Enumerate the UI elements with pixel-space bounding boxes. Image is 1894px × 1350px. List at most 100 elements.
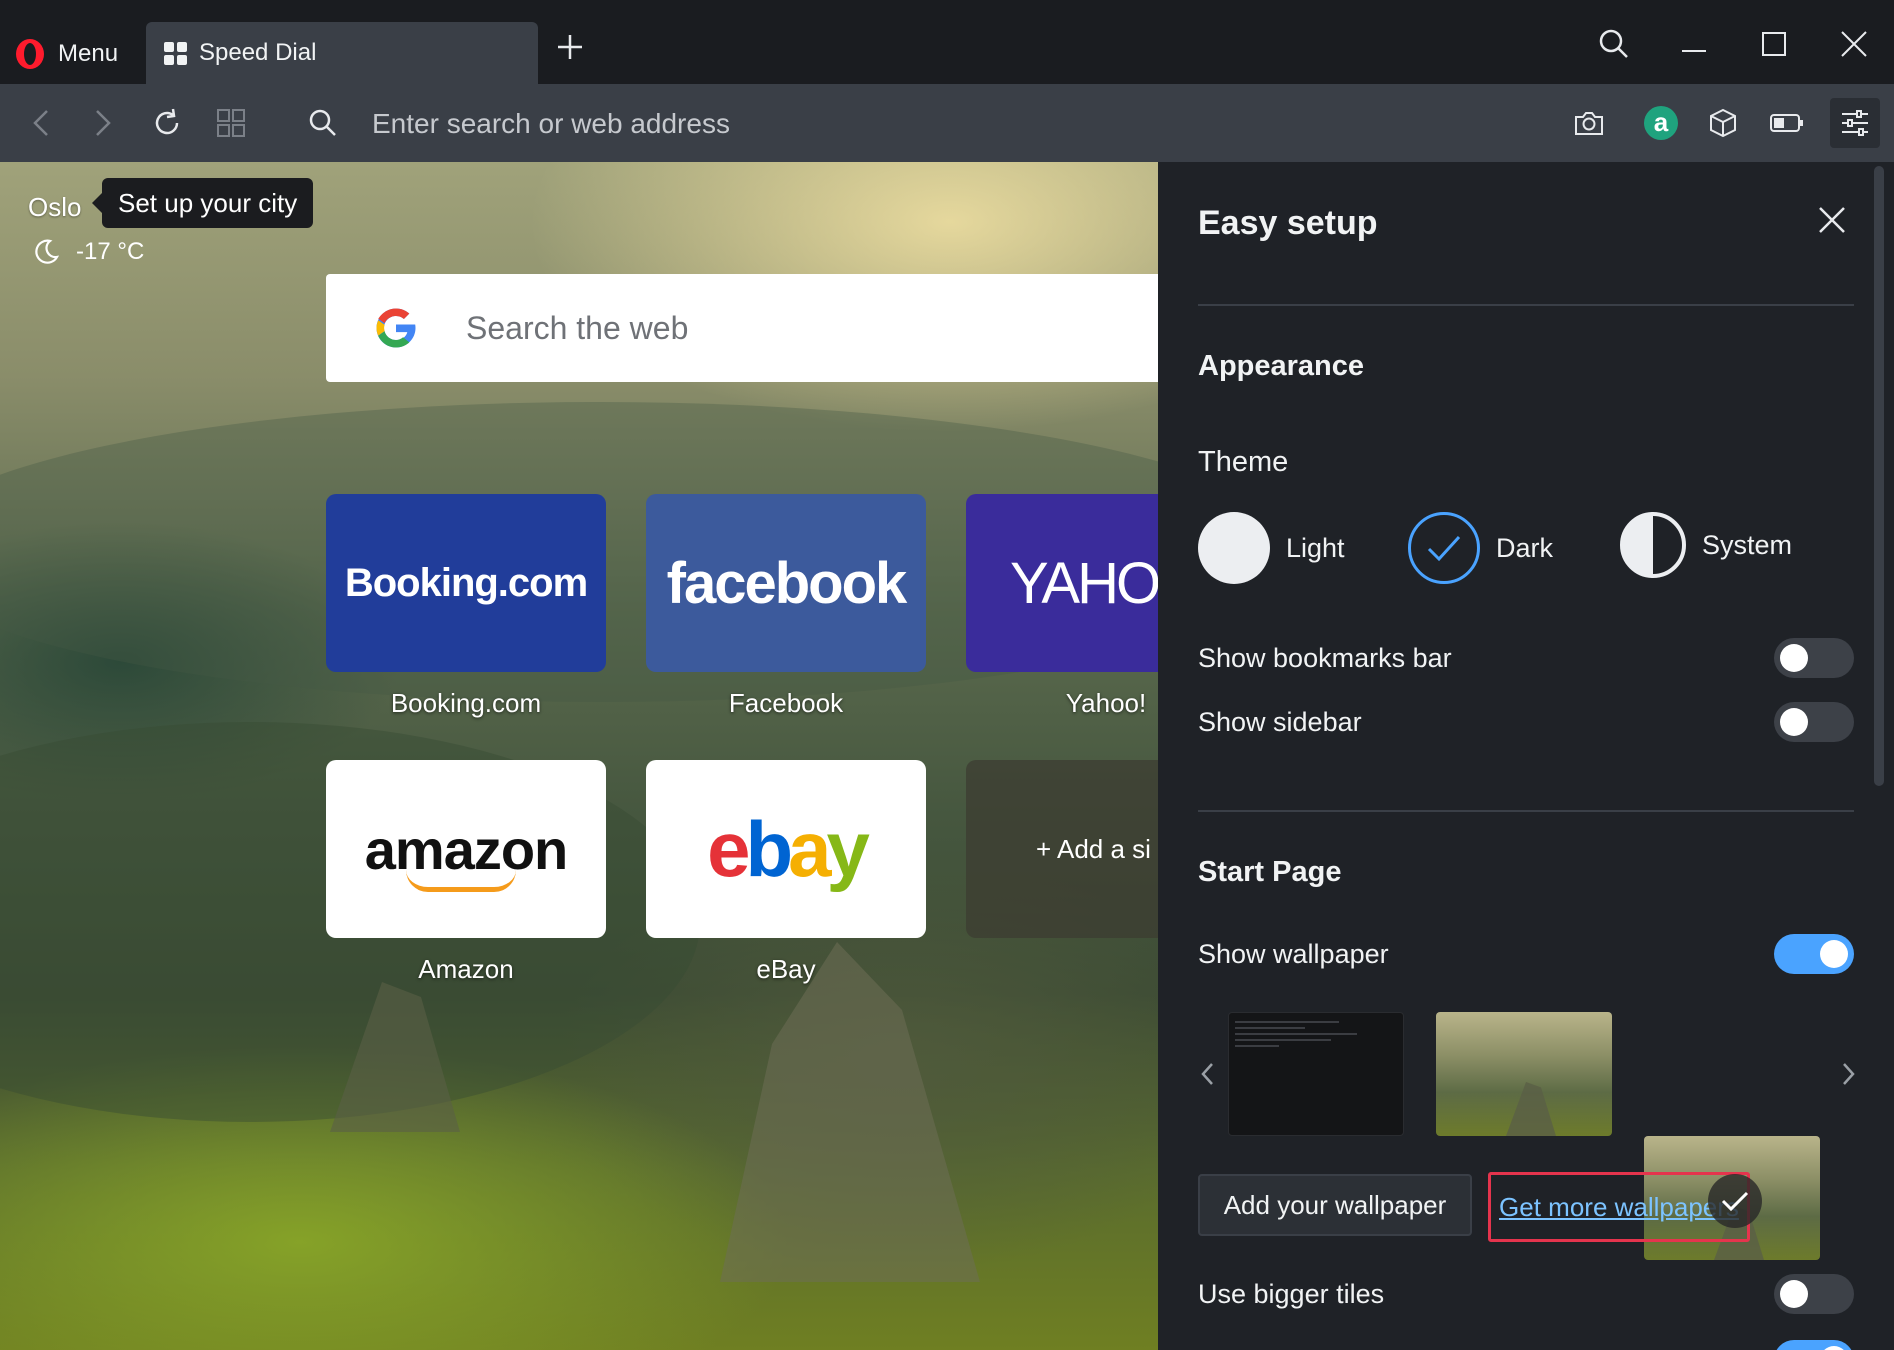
minimize-icon — [1682, 50, 1706, 52]
theme-label: Theme — [1198, 446, 1289, 478]
start-page-heading: Start Page — [1198, 856, 1342, 888]
dark-theme-swatch — [1408, 512, 1480, 584]
weather-temperature: -17 °C — [76, 238, 145, 265]
add-a-site-label: + Add a si — [1036, 833, 1151, 864]
setting-label: Use bigger tiles — [1198, 1278, 1385, 1309]
setting-label: Show bookmarks bar — [1198, 642, 1452, 673]
theme-option-system[interactable]: System — [1620, 512, 1792, 578]
forward-button[interactable] — [82, 102, 124, 144]
maximize-icon — [1762, 32, 1786, 56]
sliders-icon — [1842, 110, 1868, 136]
speed-dial-tile-ebay[interactable]: ebay — [646, 760, 926, 938]
camera-icon — [1575, 112, 1603, 135]
setup-city-tooltip[interactable]: Set up your city — [91, 178, 314, 228]
close-icon — [1819, 207, 1845, 233]
search-icon — [1599, 29, 1628, 58]
speed-dial-tile-yahoo[interactable]: YAHOO — [966, 494, 1158, 672]
weather-widget[interactable]: -17 °C — [32, 238, 144, 266]
weather-city[interactable]: Oslo — [28, 192, 81, 223]
show-bookmarks-bar-toggle[interactable] — [1774, 638, 1854, 678]
opera-menu-button[interactable]: Menu — [14, 34, 118, 74]
speed-dial-tile-booking[interactable]: Booking.com — [326, 494, 606, 672]
yahoo-logo: YAHOO — [1010, 550, 1158, 616]
minimize-button[interactable] — [1672, 22, 1716, 66]
amazon-smile-icon — [406, 870, 516, 892]
chevron-left-icon — [1201, 1063, 1213, 1085]
show-wallpaper-toggle[interactable] — [1774, 934, 1854, 974]
theme-option-label: Light — [1286, 532, 1345, 563]
easy-setup-panel: Easy setup Appearance Theme Light Dark S… — [1158, 162, 1894, 1350]
extensions-button[interactable] — [1702, 102, 1744, 144]
extension-a-button[interactable]: a — [1640, 102, 1682, 144]
search-icon — [309, 109, 336, 136]
address-search-icon-wrap — [302, 102, 344, 144]
address-bar-input[interactable] — [372, 104, 1472, 144]
tile-label-facebook: Facebook — [728, 688, 844, 718]
add-your-wallpaper-button[interactable]: Add your wallpaper — [1198, 1174, 1472, 1236]
theme-option-label: Dark — [1496, 532, 1554, 563]
setting-show-wallpaper: Show wallpaper — [1198, 932, 1854, 976]
speed-dial-button[interactable] — [210, 102, 252, 144]
opera-logo-icon — [14, 38, 46, 70]
tile-label-yahoo: Yahoo! — [1065, 688, 1147, 718]
back-button[interactable] — [20, 102, 62, 144]
speed-dial-icon — [164, 41, 187, 65]
tile-label-ebay: eBay — [756, 954, 816, 984]
speed-dial-tile-facebook[interactable]: facebook — [646, 494, 926, 672]
easy-setup-title: Easy setup — [1198, 204, 1378, 242]
tab-search-button[interactable] — [1592, 22, 1636, 66]
setting-label: Show sidebar — [1198, 706, 1362, 737]
tab-title: Speed Dial — [199, 39, 317, 66]
browser-window: Menu Speed Dial Enter search or web addr… — [0, 0, 1894, 1350]
show-sidebar-toggle[interactable] — [1774, 702, 1854, 742]
theme-option-dark[interactable]: Dark — [1408, 512, 1553, 584]
new-tab-button[interactable] — [554, 30, 586, 74]
theme-option-light[interactable]: Light — [1198, 512, 1345, 584]
reload-button[interactable] — [146, 102, 188, 144]
address-toolbar: a — [0, 84, 1894, 162]
easy-setup-button[interactable] — [1830, 98, 1880, 148]
selected-check-icon — [1708, 1174, 1762, 1228]
checkmark-icon — [1427, 535, 1461, 562]
theme-option-label: System — [1702, 529, 1793, 560]
get-more-wallpapers-label: Get more wallpapers — [1499, 1191, 1739, 1222]
speed-dial-page: Oslo Set up your city -17 °C Booking.com… — [0, 162, 1158, 1350]
forward-arrow-icon — [96, 110, 111, 136]
web-search-box[interactable] — [326, 274, 1158, 382]
menu-label: Menu — [58, 40, 119, 67]
battery-icon — [1770, 114, 1803, 132]
divider — [1198, 304, 1854, 306]
light-theme-swatch — [1198, 512, 1270, 584]
setting-label: Show wallpaper — [1198, 938, 1389, 969]
close-easy-setup-button[interactable] — [1812, 200, 1852, 240]
battery-saver-button[interactable] — [1766, 102, 1808, 144]
booking-logo: Booking.com — [344, 560, 588, 605]
wallpaper-next-button[interactable] — [1836, 1058, 1860, 1090]
tab-speed-dial[interactable]: Speed Dial — [146, 22, 538, 84]
tile-label-amazon: Amazon — [418, 954, 514, 984]
setting-use-bigger-tiles: Use bigger tiles — [1198, 1272, 1854, 1316]
snapshot-button[interactable] — [1568, 102, 1610, 144]
web-search-input[interactable] — [466, 304, 1158, 352]
plus-icon — [558, 35, 582, 59]
next-setting-toggle[interactable] — [1774, 1340, 1854, 1350]
add-a-site-tile[interactable]: + Add a si — [966, 760, 1158, 938]
tile-label-booking: Booking.com — [390, 688, 542, 718]
chevron-right-icon — [1843, 1063, 1855, 1085]
panel-scrollbar[interactable] — [1874, 166, 1884, 786]
reload-icon — [155, 108, 179, 135]
use-bigger-tiles-toggle[interactable] — [1774, 1274, 1854, 1314]
close-window-button[interactable] — [1832, 22, 1876, 66]
appearance-heading: Appearance — [1198, 350, 1365, 382]
maximize-button[interactable] — [1752, 22, 1796, 66]
google-logo-icon — [376, 308, 416, 348]
back-arrow-icon — [33, 110, 48, 136]
system-theme-swatch — [1620, 512, 1686, 578]
cube-icon — [1710, 108, 1736, 138]
wallpaper-thumb-mountains[interactable] — [1436, 1012, 1612, 1136]
setting-show-bookmarks-bar: Show bookmarks bar — [1198, 636, 1854, 680]
wallpaper-thumb-dark[interactable] — [1228, 1012, 1404, 1136]
wallpaper-prev-button[interactable] — [1196, 1058, 1220, 1090]
setting-show-sidebar: Show sidebar — [1198, 700, 1854, 744]
speed-dial-tile-amazon[interactable]: amazon — [326, 760, 606, 938]
